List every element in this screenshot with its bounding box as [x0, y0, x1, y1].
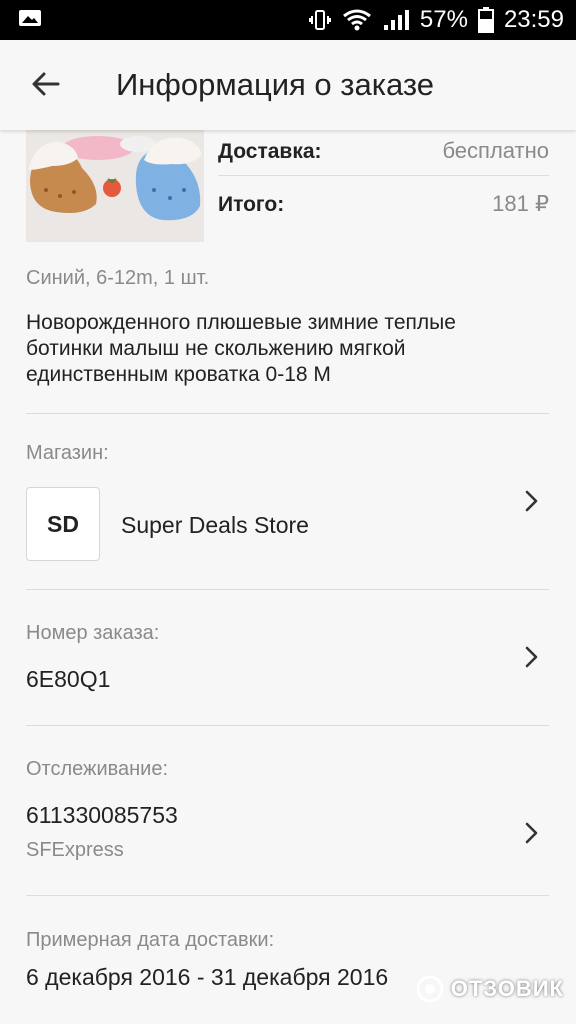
total-value: 181 ₽: [492, 191, 549, 216]
store-label: Магазин:: [26, 442, 109, 464]
page-title: Информация о заказе: [116, 67, 434, 102]
back-arrow-icon[interactable]: [28, 66, 64, 102]
summary-divider: [218, 175, 549, 176]
clock: 23:59: [503, 6, 564, 33]
chevron-right-icon[interactable]: [524, 646, 540, 668]
section-divider: [26, 413, 549, 414]
product-variant: Синий, 6-12m, 1 шт.: [26, 267, 210, 289]
store-logo: SD: [26, 487, 100, 561]
delivery-date-label: Примерная дата доставки:: [26, 929, 275, 951]
vibrate-icon: [308, 10, 331, 30]
product-image[interactable]: [26, 130, 204, 242]
delivery-value: бесплатно: [442, 138, 549, 163]
order-details: Доставка: бесплатно Итого: 181 ₽ Синий, …: [0, 130, 576, 1024]
tracking-label: Отслеживание:: [26, 758, 169, 780]
delivery-date-value: 6 декабря 2016 - 31 декабря 2016: [26, 964, 389, 990]
total-label: Итого:: [218, 193, 285, 216]
status-bar: 57% 23:59: [0, 0, 576, 40]
delivery-label: Доставка:: [218, 140, 322, 163]
order-number-value[interactable]: 6E80Q1: [26, 666, 110, 693]
watermark-logo-icon: [416, 975, 444, 1003]
tracking-carrier: SFExpress: [26, 839, 124, 861]
section-divider: [26, 895, 549, 896]
battery-percent: 57%: [419, 6, 468, 33]
chevron-right-icon[interactable]: [524, 490, 540, 512]
product-name[interactable]: Новорожденного плюшевые зимние теплые бо…: [26, 310, 526, 388]
watermark-text: ОТЗОВИК: [450, 976, 564, 1001]
wifi-icon: [342, 9, 371, 31]
store-name[interactable]: Super Deals Store: [121, 512, 309, 539]
app-bar: Информация о заказе: [0, 40, 576, 130]
section-divider: [26, 725, 549, 726]
battery-icon: [477, 7, 494, 33]
order-number-label: Номер заказа:: [26, 622, 160, 644]
section-divider: [26, 589, 549, 590]
watermark: ОТЗОВИК: [415, 974, 564, 1004]
chevron-right-icon[interactable]: [524, 822, 540, 844]
image-icon: [19, 10, 41, 26]
tracking-number[interactable]: 611330085753: [26, 802, 178, 829]
signal-icon: [383, 10, 409, 30]
